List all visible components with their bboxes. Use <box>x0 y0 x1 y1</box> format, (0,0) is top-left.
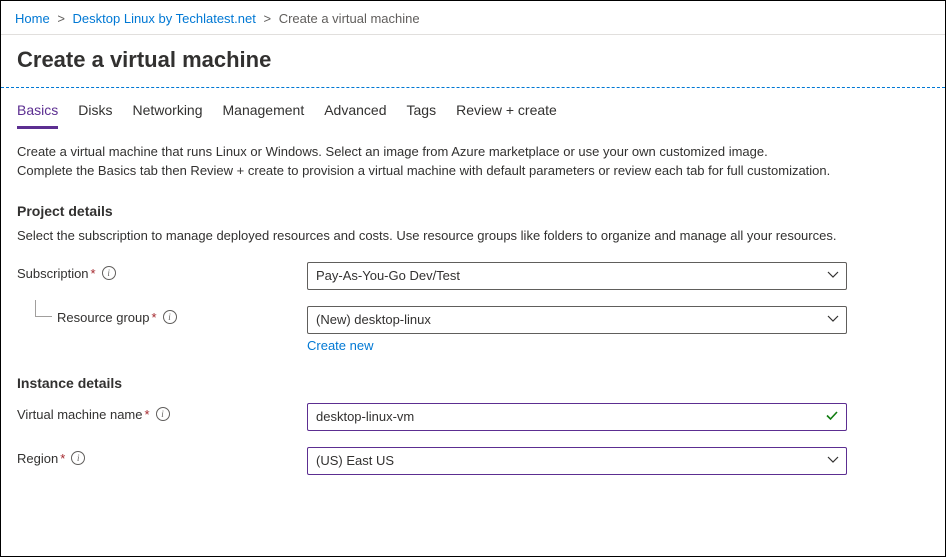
breadcrumb-parent[interactable]: Desktop Linux by Techlatest.net <box>73 11 256 26</box>
tab-bar: Basics Disks Networking Management Advan… <box>1 88 945 129</box>
tab-disks[interactable]: Disks <box>78 102 112 129</box>
resource-group-select[interactable] <box>307 306 847 334</box>
tab-review[interactable]: Review + create <box>456 102 557 129</box>
required-asterisk: * <box>152 310 157 325</box>
project-details-desc: Select the subscription to manage deploy… <box>1 223 861 254</box>
intro-p2: Complete the Basics tab then Review + cr… <box>17 162 845 181</box>
breadcrumb-current: Create a virtual machine <box>279 11 420 26</box>
info-icon[interactable]: i <box>71 451 85 465</box>
row-resource-group: Resource group * i Create new <box>1 298 945 361</box>
subscription-select[interactable] <box>307 262 847 290</box>
tab-management[interactable]: Management <box>223 102 305 129</box>
required-asterisk: * <box>145 407 150 422</box>
vm-name-input[interactable] <box>307 403 847 431</box>
vm-name-label: Virtual machine name <box>17 407 143 422</box>
row-region: Region * i <box>1 439 945 483</box>
resource-group-label: Resource group <box>57 310 150 325</box>
project-details-header: Project details <box>1 189 945 223</box>
breadcrumb-home[interactable]: Home <box>15 11 50 26</box>
info-icon[interactable]: i <box>163 310 177 324</box>
tab-networking[interactable]: Networking <box>132 102 202 129</box>
create-new-link[interactable]: Create new <box>307 338 373 353</box>
instance-details-header: Instance details <box>1 361 945 395</box>
info-icon[interactable]: i <box>156 407 170 421</box>
tab-tags[interactable]: Tags <box>407 102 437 129</box>
breadcrumb: Home > Desktop Linux by Techlatest.net >… <box>1 1 945 35</box>
required-asterisk: * <box>60 451 65 466</box>
chevron-right-icon: > <box>57 11 65 26</box>
subscription-label: Subscription <box>17 266 89 281</box>
tab-advanced[interactable]: Advanced <box>324 102 386 129</box>
region-label: Region <box>17 451 58 466</box>
intro-p1: Create a virtual machine that runs Linux… <box>17 143 845 162</box>
required-asterisk: * <box>91 266 96 281</box>
chevron-right-icon: > <box>263 11 271 26</box>
row-subscription: Subscription * i <box>1 254 945 298</box>
intro-text: Create a virtual machine that runs Linux… <box>1 129 861 189</box>
row-vm-name: Virtual machine name * i <box>1 395 945 439</box>
tab-basics[interactable]: Basics <box>17 102 58 129</box>
region-select[interactable] <box>307 447 847 475</box>
page-title: Create a virtual machine <box>1 35 945 87</box>
info-icon[interactable]: i <box>102 266 116 280</box>
